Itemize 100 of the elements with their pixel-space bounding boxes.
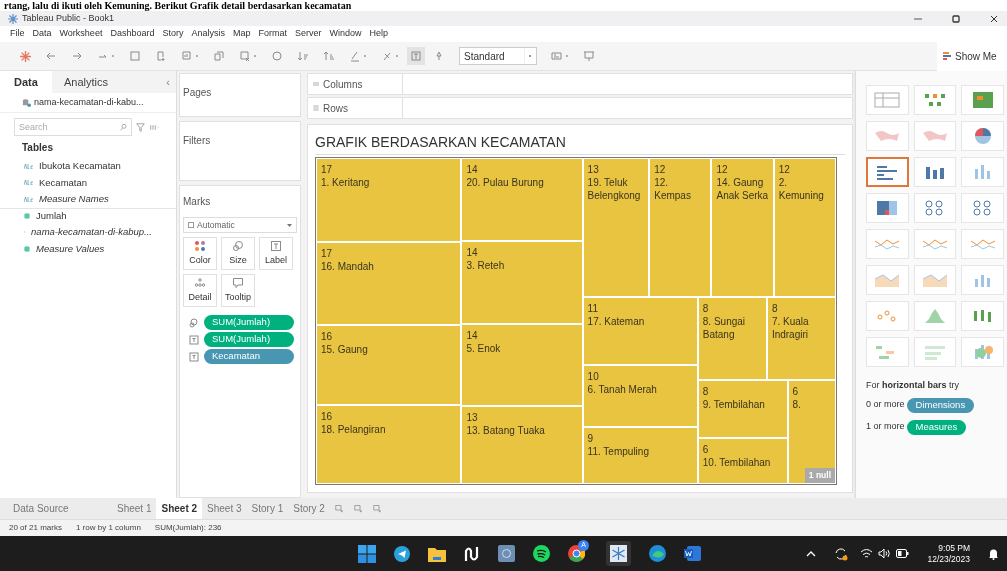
field-item[interactable]: Kecamatan: [39, 175, 88, 190]
group-icon[interactable]: [381, 50, 393, 62]
label-icon[interactable]: [270, 239, 282, 252]
menu-item[interactable]: Server: [295, 27, 322, 41]
chart-type-button[interactable]: [866, 157, 909, 187]
dimensions-pill: Dimensions: [906, 397, 975, 413]
marks-button[interactable]: Tooltip: [221, 274, 255, 307]
presentation-icon[interactable]: [583, 50, 595, 62]
new-data-source-icon[interactable]: [155, 50, 167, 62]
field-item[interactable]: Ibukota Kecamatan: [39, 159, 121, 174]
text-field-icon: [24, 196, 33, 202]
number-field-icon: [24, 245, 30, 252]
sheet-tab[interactable]: Story 1: [246, 498, 289, 519]
color-icon: [194, 239, 206, 252]
fit-dropdown[interactable]: Standard: [459, 47, 537, 65]
close-icon[interactable]: [989, 13, 999, 24]
tile-value: 14: [466, 163, 479, 176]
mark-type-dropdown[interactable]: Automatic: [183, 217, 297, 233]
tile-value: 14: [466, 245, 479, 259]
view-options-icon[interactable]: [149, 122, 160, 132]
wave-icon[interactable]: [464, 545, 480, 562]
filter-icon[interactable]: [136, 122, 145, 132]
pane-tab[interactable]: Data: [0, 71, 52, 93]
active-app-button[interactable]: [606, 541, 631, 566]
bell-icon[interactable]: [988, 547, 999, 560]
sort-descending-icon[interactable]: [323, 50, 335, 62]
tile-value: 8: [702, 301, 710, 315]
new-dashboard-icon[interactable]: [353, 504, 363, 513]
field-item[interactable]: nama-kecamatan-di-kabup...: [31, 225, 152, 240]
clock-date[interactable]: 12/23/2023: [927, 553, 970, 565]
clear-sheet-icon[interactable]: [239, 50, 251, 62]
menu-item[interactable]: Data: [32, 27, 52, 41]
wifi-icon[interactable]: [860, 548, 874, 559]
sheet-tab[interactable]: Sheet 3: [202, 498, 247, 519]
menu-item[interactable]: Story: [162, 27, 184, 41]
highlight-icon[interactable]: [349, 50, 361, 62]
size-icon[interactable]: [188, 316, 200, 329]
speaker-icon[interactable]: [878, 548, 892, 559]
windows-start-icon[interactable]: [358, 544, 376, 563]
paper-plane-icon[interactable]: [394, 545, 410, 562]
sheet-title: GRAFIK BERDASARKAN KECAMATAN: [315, 133, 845, 155]
text-field-icon: [24, 180, 33, 186]
show-cards-icon[interactable]: [551, 50, 563, 62]
browser-icon[interactable]: [568, 545, 585, 562]
card-title: Filters: [183, 135, 211, 146]
menu-item[interactable]: Analysis: [191, 27, 225, 41]
folder-icon[interactable]: [428, 545, 446, 562]
duplicate-icon[interactable]: [213, 50, 225, 62]
detail-icon[interactable]: [194, 276, 206, 289]
menu-item[interactable]: Map: [232, 27, 251, 41]
sheet-tab[interactable]: Story 2: [288, 498, 330, 519]
menu-item[interactable]: Format: [258, 27, 287, 41]
battery-icon[interactable]: [896, 549, 910, 558]
menu-item[interactable]: File: [10, 27, 25, 41]
forward-arrow-icon[interactable]: [71, 50, 83, 62]
marks-button[interactable]: Color: [183, 237, 217, 270]
tooltip-icon[interactable]: [232, 276, 244, 289]
maximize-icon[interactable]: [951, 13, 961, 24]
tile-value: 6: [792, 385, 800, 399]
size-icon[interactable]: [232, 239, 244, 252]
new-story-icon[interactable]: [372, 504, 382, 513]
word-app-icon[interactable]: [684, 545, 701, 562]
menu-item[interactable]: Window: [329, 27, 362, 41]
sort-ascending-icon[interactable]: [297, 50, 309, 62]
new-worksheet-icon[interactable]: [181, 50, 193, 62]
back-arrow-icon[interactable]: [45, 50, 57, 62]
music-app-icon[interactable]: [533, 545, 550, 562]
sync-icon[interactable]: [834, 546, 849, 561]
clock-time[interactable]: 9:05 PM: [938, 542, 970, 554]
sheet-tab[interactable]: Data Source: [8, 498, 112, 519]
chevron-up-icon[interactable]: [806, 549, 817, 558]
tables-heading: Tables: [21, 141, 54, 155]
pin-icon[interactable]: [433, 50, 445, 62]
menu-item[interactable]: Worksheet: [59, 27, 103, 41]
field-item[interactable]: Measure Values: [36, 241, 105, 256]
marks-button[interactable]: Size: [221, 237, 255, 270]
columns-icon[interactable]: [312, 80, 320, 88]
menu-item[interactable]: Help: [369, 27, 389, 41]
field-item[interactable]: Measure Names: [39, 192, 109, 207]
save-icon[interactable]: [129, 50, 141, 62]
label-icon[interactable]: [188, 333, 200, 346]
search-icon[interactable]: [120, 123, 128, 131]
app-logo-icon[interactable]: [20, 50, 31, 62]
label-icon[interactable]: [188, 350, 200, 363]
tile-value: 13: [587, 163, 600, 176]
menu-item[interactable]: Dashboard: [110, 27, 155, 41]
tile-label: 2. Kemuning: [778, 176, 825, 202]
sheet-tab[interactable]: Sheet 2: [156, 498, 203, 519]
field-item[interactable]: Jumlah: [36, 209, 67, 224]
measures-pill: Measures: [906, 419, 967, 435]
marks-button[interactable]: Detail: [183, 274, 217, 307]
new-sheet-icon[interactable]: [334, 504, 344, 513]
sheet-tab[interactable]: Sheet 1: [112, 498, 157, 519]
rows-icon[interactable]: [312, 104, 320, 112]
marks-button[interactable]: Label: [259, 237, 293, 270]
show-me-button[interactable]: Show Me: [937, 41, 1007, 71]
edge-browser-icon[interactable]: [649, 545, 666, 562]
search-field[interactable]: Search: [14, 118, 132, 136]
tile-value: 12: [716, 163, 729, 176]
app-icon[interactable]: [498, 545, 515, 562]
